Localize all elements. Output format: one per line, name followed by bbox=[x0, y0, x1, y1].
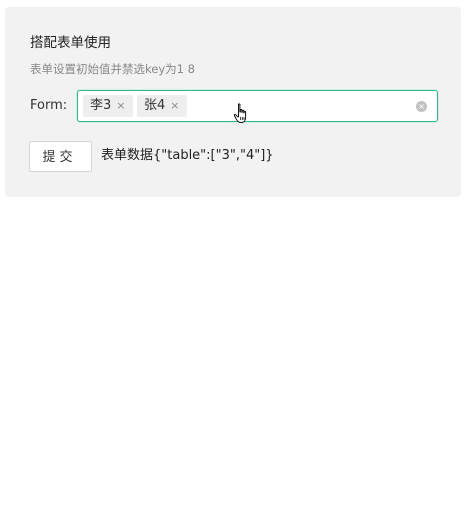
form-label: Form: bbox=[30, 98, 68, 113]
form-data-text: 表单数据{"table":["3","4"]} bbox=[101, 148, 274, 163]
demo-card: 搭配表单使用 表单设置初始值并禁选key为1 8 Form: 李3 × 张4 ×… bbox=[5, 7, 461, 197]
close-icon[interactable]: × bbox=[116, 95, 125, 117]
tag-label: 李3 bbox=[90, 98, 112, 113]
demo-title: 搭配表单使用 bbox=[30, 35, 111, 51]
submit-button[interactable]: 提交 bbox=[29, 141, 92, 172]
clear-circle-icon[interactable]: × bbox=[416, 101, 427, 112]
selected-tag: 李3 × bbox=[83, 95, 133, 117]
hand-pointer-icon bbox=[233, 103, 247, 123]
selected-tag: 张4 × bbox=[137, 95, 187, 117]
multi-select-input[interactable]: 李3 × 张4 × × bbox=[77, 90, 438, 122]
close-icon[interactable]: × bbox=[170, 95, 179, 117]
tag-label: 张4 bbox=[144, 98, 166, 113]
demo-description: 表单设置初始值并禁选key为1 8 bbox=[30, 62, 195, 76]
